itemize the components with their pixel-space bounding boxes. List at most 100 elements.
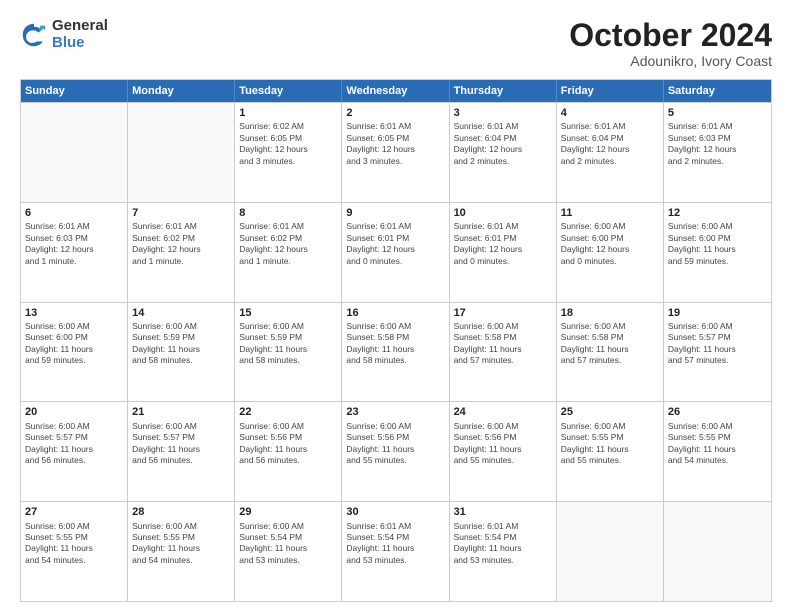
cell-info-text: Sunrise: 6:00 AM Sunset: 5:56 PM Dayligh… (454, 421, 552, 467)
calendar-cell: 8Sunrise: 6:01 AM Sunset: 6:02 PM Daylig… (235, 203, 342, 302)
logo-text: General Blue (52, 18, 108, 51)
calendar-cell: 28Sunrise: 6:00 AM Sunset: 5:55 PM Dayli… (128, 502, 235, 601)
calendar-cell: 25 Sunrise: 6:00 AM Sunset: 5:55 PM Dayli… (557, 402, 664, 501)
calendar-cell: 30 Sunrise: 6:01 AM Sunset: 5:54 PM Dayli… (342, 502, 449, 601)
calendar-cell (128, 103, 235, 202)
cell-info-text: Sunrise: 6:00 AM Sunset: 5:57 PM Dayligh… (132, 421, 230, 467)
header-cell-sunday: Sunday (21, 80, 128, 102)
cell-info-text: Sunrise: 6:02 AM Sunset: 6:05 PM Dayligh… (239, 121, 337, 167)
calendar-cell: 21 Sunrise: 6:00 AM Sunset: 5:57 PM Dayli… (128, 402, 235, 501)
calendar-cell: 9Sunrise: 6:01 AM Sunset: 6:01 PM Daylig… (342, 203, 449, 302)
cell-day-number: 31 (454, 505, 552, 519)
calendar-cell: 16Sunrise: 6:00 AM Sunset: 5:58 PM Dayli… (342, 303, 449, 402)
cell-info-text: Sunrise: 6:00 AM Sunset: 5:58 PM Dayligh… (561, 321, 659, 367)
cell-day-number: 7 (132, 206, 230, 220)
cell-info-text: Sunrise: 6:01 AM Sunset: 6:04 PM Dayligh… (454, 121, 552, 167)
cell-day-number: 15 (239, 306, 337, 320)
cell-info-text: Sunrise: 6:01 AM Sunset: 6:01 PM Dayligh… (346, 221, 444, 267)
cell-day-number: 18 (561, 306, 659, 320)
cell-day-number: 27 (25, 505, 123, 519)
calendar-cell: 12Sunrise: 6:00 AM Sunset: 6:00 PM Dayli… (664, 203, 771, 302)
cell-day-number: 12 (668, 206, 767, 220)
cell-info-text: Sunrise: 6:01 AM Sunset: 6:03 PM Dayligh… (668, 121, 767, 167)
header-cell-saturday: Saturday (664, 80, 771, 102)
calendar-cell: 7Sunrise: 6:01 AM Sunset: 6:02 PM Daylig… (128, 203, 235, 302)
calendar-cell: 5Sunrise: 6:01 AM Sunset: 6:03 PM Daylig… (664, 103, 771, 202)
cell-day-number: 25 (561, 405, 659, 419)
calendar-row-1: 6Sunrise: 6:01 AM Sunset: 6:03 PM Daylig… (21, 202, 771, 302)
calendar-cell: 11Sunrise: 6:00 AM Sunset: 6:00 PM Dayli… (557, 203, 664, 302)
cell-info-text: Sunrise: 6:00 AM Sunset: 5:57 PM Dayligh… (668, 321, 767, 367)
logo-general-text: General (52, 18, 108, 35)
cell-day-number: 30 (346, 505, 444, 519)
calendar-cell: 14Sunrise: 6:00 AM Sunset: 5:59 PM Dayli… (128, 303, 235, 402)
title-location: Adounikro, Ivory Coast (569, 53, 772, 69)
calendar-cell: 3Sunrise: 6:01 AM Sunset: 6:04 PM Daylig… (450, 103, 557, 202)
calendar-row-0: 1Sunrise: 6:02 AM Sunset: 6:05 PM Daylig… (21, 102, 771, 202)
calendar-row-4: 27 Sunrise: 6:00 AM Sunset: 5:55 PM Dayli… (21, 501, 771, 601)
cell-day-number: 10 (454, 206, 552, 220)
cell-day-number: 6 (25, 206, 123, 220)
cell-info-text: Sunrise: 6:00 AM Sunset: 5:56 PM Dayligh… (239, 421, 337, 467)
calendar-cell: 13Sunrise: 6:00 AM Sunset: 6:00 PM Dayli… (21, 303, 128, 402)
cell-info-text: Sunrise: 6:01 AM Sunset: 6:01 PM Dayligh… (454, 221, 552, 267)
calendar-cell: 2Sunrise: 6:01 AM Sunset: 6:05 PM Daylig… (342, 103, 449, 202)
cell-info-text: Sunrise: 6:00 AM Sunset: 5:55 PM Dayligh… (25, 521, 123, 567)
cell-day-number: 13 (25, 306, 123, 320)
calendar-cell: 26Sunrise: 6:00 AM Sunset: 5:55 PM Dayli… (664, 402, 771, 501)
calendar-cell: 19Sunrise: 6:00 AM Sunset: 5:57 PM Dayli… (664, 303, 771, 402)
calendar-cell: 27 Sunrise: 6:00 AM Sunset: 5:55 PM Dayli… (21, 502, 128, 601)
calendar-header: SundayMondayTuesdayWednesdayThursdayFrid… (21, 80, 771, 102)
cell-day-number: 29 (239, 505, 337, 519)
title-month: October 2024 (569, 18, 772, 53)
cell-day-number: 1 (239, 106, 337, 120)
calendar-row-2: 13Sunrise: 6:00 AM Sunset: 6:00 PM Dayli… (21, 302, 771, 402)
cell-info-text: Sunrise: 6:01 AM Sunset: 5:54 PM Dayligh… (454, 521, 552, 567)
cell-info-text: Sunrise: 6:00 AM Sunset: 5:54 PM Dayligh… (239, 521, 337, 567)
cell-day-number: 21 (132, 405, 230, 419)
cell-info-text: Sunrise: 6:00 AM Sunset: 5:59 PM Dayligh… (239, 321, 337, 367)
cell-day-number: 28 (132, 505, 230, 519)
cell-info-text: Sunrise: 6:00 AM Sunset: 6:00 PM Dayligh… (25, 321, 123, 367)
cell-info-text: Sunrise: 6:00 AM Sunset: 6:00 PM Dayligh… (561, 221, 659, 267)
calendar-cell: 15Sunrise: 6:00 AM Sunset: 5:59 PM Dayli… (235, 303, 342, 402)
page: General Blue October 2024 Adounikro, Ivo… (0, 0, 792, 612)
cell-day-number: 9 (346, 206, 444, 220)
calendar-cell (557, 502, 664, 601)
cell-info-text: Sunrise: 6:00 AM Sunset: 6:00 PM Dayligh… (668, 221, 767, 267)
calendar-cell: 31 Sunrise: 6:01 AM Sunset: 5:54 PM Dayli… (450, 502, 557, 601)
calendar-row-3: 20 Sunrise: 6:00 AM Sunset: 5:57 PM Dayli… (21, 401, 771, 501)
calendar-cell: 10Sunrise: 6:01 AM Sunset: 6:01 PM Dayli… (450, 203, 557, 302)
calendar-cell: 29 Sunrise: 6:00 AM Sunset: 5:54 PM Dayli… (235, 502, 342, 601)
calendar-cell: 18Sunrise: 6:00 AM Sunset: 5:58 PM Dayli… (557, 303, 664, 402)
cell-info-text: Sunrise: 6:00 AM Sunset: 5:55 PM Dayligh… (561, 421, 659, 467)
cell-day-number: 20 (25, 405, 123, 419)
cell-day-number: 4 (561, 106, 659, 120)
cell-info-text: Sunrise: 6:00 AM Sunset: 5:57 PM Dayligh… (25, 421, 123, 467)
cell-day-number: 19 (668, 306, 767, 320)
header-cell-friday: Friday (557, 80, 664, 102)
cell-day-number: 5 (668, 106, 767, 120)
cell-info-text: Sunrise: 6:00 AM Sunset: 5:58 PM Dayligh… (454, 321, 552, 367)
calendar-cell: 22 Sunrise: 6:00 AM Sunset: 5:56 PM Dayli… (235, 402, 342, 501)
calendar-cell: 24Sunrise: 6:00 AM Sunset: 5:56 PM Dayli… (450, 402, 557, 501)
logo: General Blue (20, 18, 108, 51)
calendar-cell (21, 103, 128, 202)
cell-info-text: Sunrise: 6:00 AM Sunset: 5:56 PM Dayligh… (346, 421, 444, 467)
calendar-cell (664, 502, 771, 601)
title-block: October 2024 Adounikro, Ivory Coast (569, 18, 772, 69)
cell-info-text: Sunrise: 6:00 AM Sunset: 5:59 PM Dayligh… (132, 321, 230, 367)
cell-info-text: Sunrise: 6:01 AM Sunset: 5:54 PM Dayligh… (346, 521, 444, 567)
logo-icon (20, 21, 48, 49)
cell-info-text: Sunrise: 6:01 AM Sunset: 6:05 PM Dayligh… (346, 121, 444, 167)
calendar-cell: 6Sunrise: 6:01 AM Sunset: 6:03 PM Daylig… (21, 203, 128, 302)
cell-day-number: 14 (132, 306, 230, 320)
cell-info-text: Sunrise: 6:01 AM Sunset: 6:02 PM Dayligh… (239, 221, 337, 267)
calendar-cell: 17Sunrise: 6:00 AM Sunset: 5:58 PM Dayli… (450, 303, 557, 402)
calendar-cell: 4Sunrise: 6:01 AM Sunset: 6:04 PM Daylig… (557, 103, 664, 202)
cell-day-number: 16 (346, 306, 444, 320)
cell-day-number: 8 (239, 206, 337, 220)
header-cell-thursday: Thursday (450, 80, 557, 102)
calendar-cell: 20 Sunrise: 6:00 AM Sunset: 5:57 PM Dayli… (21, 402, 128, 501)
cell-day-number: 22 (239, 405, 337, 419)
